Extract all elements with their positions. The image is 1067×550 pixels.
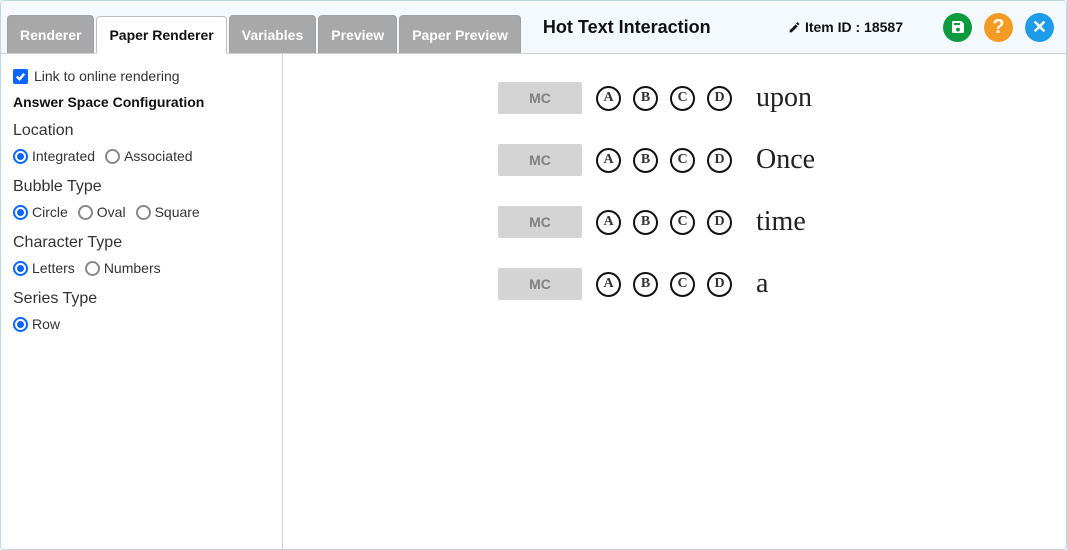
answer-text: upon bbox=[756, 82, 812, 114]
mc-badge: MC bbox=[498, 82, 582, 114]
radio-bubble-square-label: Square bbox=[155, 204, 200, 220]
body: Link to online rendering Answer Space Co… bbox=[1, 54, 1066, 549]
tab-variables[interactable]: Variables bbox=[229, 15, 317, 53]
save-button[interactable] bbox=[943, 13, 972, 42]
bubble-group: A B C D bbox=[596, 148, 732, 173]
tab-bar: Renderer Paper Renderer Variables Previe… bbox=[7, 1, 521, 53]
mc-badge: MC bbox=[498, 206, 582, 238]
question-row: MC A B C D time bbox=[313, 206, 1036, 238]
bubble-group: A B C D bbox=[596, 210, 732, 235]
radio-character-numbers[interactable] bbox=[85, 261, 100, 276]
tab-preview[interactable]: Preview bbox=[318, 15, 397, 53]
tab-paper-preview[interactable]: Paper Preview bbox=[399, 15, 521, 53]
series-type-options: Row bbox=[13, 316, 270, 332]
tab-renderer[interactable]: Renderer bbox=[7, 15, 94, 53]
question-row: MC A B C D a bbox=[313, 268, 1036, 300]
check-icon bbox=[15, 71, 26, 82]
bubble-group: A B C D bbox=[596, 272, 732, 297]
question-row: MC A B C D Once bbox=[313, 144, 1036, 176]
radio-character-letters[interactable] bbox=[13, 261, 28, 276]
bubble-d[interactable]: D bbox=[707, 210, 732, 235]
bubble-a[interactable]: A bbox=[596, 272, 621, 297]
answer-text: a bbox=[756, 268, 768, 300]
radio-bubble-circle[interactable] bbox=[13, 205, 28, 220]
series-type-label: Series Type bbox=[13, 290, 270, 308]
location-options: Integrated Associated bbox=[13, 148, 270, 164]
bubble-b[interactable]: B bbox=[633, 86, 658, 111]
radio-bubble-circle-label: Circle bbox=[32, 204, 68, 220]
bubble-a[interactable]: A bbox=[596, 148, 621, 173]
radio-series-row[interactable] bbox=[13, 317, 28, 332]
radio-series-row-label: Row bbox=[32, 316, 60, 332]
bubble-group: A B C D bbox=[596, 86, 732, 111]
radio-character-letters-label: Letters bbox=[32, 260, 75, 276]
save-icon bbox=[950, 19, 966, 35]
radio-location-associated-label: Associated bbox=[124, 148, 192, 164]
help-button[interactable]: ? bbox=[984, 13, 1013, 42]
app-window: Renderer Paper Renderer Variables Previe… bbox=[0, 0, 1067, 550]
bubble-a[interactable]: A bbox=[596, 210, 621, 235]
page-title: Hot Text Interaction bbox=[543, 17, 711, 38]
link-online-checkbox[interactable] bbox=[13, 69, 28, 84]
bubble-b[interactable]: B bbox=[633, 272, 658, 297]
location-label: Location bbox=[13, 122, 270, 140]
pencil-icon bbox=[788, 21, 801, 34]
bubble-b[interactable]: B bbox=[633, 148, 658, 173]
bubble-b[interactable]: B bbox=[633, 210, 658, 235]
sidebar: Link to online rendering Answer Space Co… bbox=[1, 54, 283, 549]
question-row: MC A B C D upon bbox=[313, 82, 1036, 114]
bubble-c[interactable]: C bbox=[670, 86, 695, 111]
character-type-options: Letters Numbers bbox=[13, 260, 270, 276]
help-icon: ? bbox=[992, 16, 1004, 39]
main-content: MC A B C D upon MC A B C D Once bbox=[283, 54, 1066, 549]
item-id-label: Item ID : 18587 bbox=[788, 19, 903, 35]
topbar: Renderer Paper Renderer Variables Previe… bbox=[1, 1, 1066, 54]
radio-bubble-oval-label: Oval bbox=[97, 204, 126, 220]
link-online-row: Link to online rendering bbox=[13, 68, 270, 84]
close-icon: ✕ bbox=[1032, 17, 1047, 38]
mc-badge: MC bbox=[498, 144, 582, 176]
tab-paper-renderer[interactable]: Paper Renderer bbox=[96, 16, 226, 54]
mc-badge: MC bbox=[498, 268, 582, 300]
character-type-label: Character Type bbox=[13, 234, 270, 252]
bubble-d[interactable]: D bbox=[707, 86, 732, 111]
bubble-d[interactable]: D bbox=[707, 148, 732, 173]
radio-bubble-square[interactable] bbox=[136, 205, 151, 220]
radio-location-integrated-label: Integrated bbox=[32, 148, 95, 164]
radio-location-associated[interactable] bbox=[105, 149, 120, 164]
bubble-c[interactable]: C bbox=[670, 272, 695, 297]
bubble-c[interactable]: C bbox=[670, 210, 695, 235]
bubble-c[interactable]: C bbox=[670, 148, 695, 173]
radio-character-numbers-label: Numbers bbox=[104, 260, 161, 276]
answer-text: Once bbox=[756, 144, 815, 176]
link-online-label: Link to online rendering bbox=[34, 68, 180, 84]
bubble-a[interactable]: A bbox=[596, 86, 621, 111]
bubble-d[interactable]: D bbox=[707, 272, 732, 297]
config-title: Answer Space Configuration bbox=[13, 94, 270, 110]
bubble-type-options: Circle Oval Square bbox=[13, 204, 270, 220]
answer-text: time bbox=[756, 206, 806, 238]
radio-location-integrated[interactable] bbox=[13, 149, 28, 164]
radio-bubble-oval[interactable] bbox=[78, 205, 93, 220]
close-button[interactable]: ✕ bbox=[1025, 13, 1054, 42]
bubble-type-label: Bubble Type bbox=[13, 178, 270, 196]
